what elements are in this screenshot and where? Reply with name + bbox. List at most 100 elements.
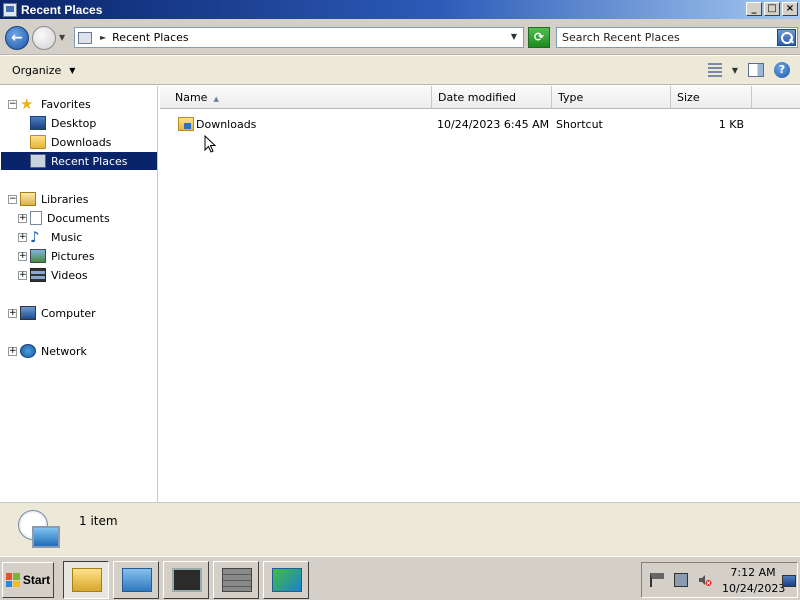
nav-label: Desktop — [51, 116, 97, 130]
views-dropdown-icon[interactable]: ▼ — [732, 66, 738, 75]
location-icon — [78, 31, 92, 44]
recent-places-large-icon — [16, 508, 62, 552]
volume-muted-icon[interactable] — [698, 573, 712, 587]
column-header-date-modified[interactable]: Date modified — [432, 86, 552, 109]
star-icon: ★ — [20, 95, 34, 113]
server-manager-icon — [122, 568, 152, 592]
taskbar: Start 7:12 AM 10/24/2023 — [0, 556, 800, 600]
preview-pane-icon[interactable] — [748, 63, 764, 77]
column-header-name[interactable]: Name ▲ — [160, 86, 432, 109]
expand-icon[interactable]: + — [8, 308, 17, 318]
nav-item-network[interactable]: + Network — [8, 342, 87, 360]
nav-label: Pictures — [51, 249, 95, 263]
organize-label: Organize — [12, 63, 62, 77]
file-row-downloads[interactable]: Downloads 10/24/2023 6:45 AM Shortcut 1 … — [174, 116, 774, 134]
action-center-flag-icon[interactable] — [650, 573, 664, 587]
maximize-button[interactable]: □ — [764, 2, 780, 16]
chevron-down-icon: ▼ — [69, 65, 76, 75]
view-controls: ▼ ? — [707, 62, 790, 78]
item-count: 1 item — [79, 514, 118, 528]
clock-time[interactable]: 7:12 AM — [728, 566, 778, 579]
views-icon[interactable] — [707, 63, 722, 77]
nav-label: Downloads — [51, 135, 112, 149]
pictures-icon — [30, 249, 46, 263]
expand-icon[interactable]: + — [18, 270, 27, 280]
expand-icon[interactable]: + — [18, 213, 27, 223]
libraries-icon — [20, 192, 36, 206]
refresh-button[interactable]: ⟳ — [528, 27, 550, 48]
recent-pages-dropdown-icon[interactable]: ▼ — [59, 33, 65, 42]
network-status-icon[interactable] — [674, 573, 688, 587]
windows-explorer-icon — [72, 568, 102, 592]
search-input[interactable]: Search Recent Places — [556, 27, 798, 48]
window-title: Recent Places — [21, 2, 103, 17]
sort-ascending-icon: ▲ — [213, 95, 219, 103]
nav-label: Computer — [41, 306, 96, 320]
recent-places-icon — [3, 2, 17, 17]
file-list: Name ▲ Date modified Type Size Downloads … — [160, 86, 800, 502]
nav-item-recent-places[interactable]: Recent Places — [1, 152, 157, 170]
taskbar-network-app[interactable] — [263, 561, 309, 599]
title-bar: Recent Places _ □ × — [0, 0, 800, 19]
nav-label: Recent Places — [51, 154, 128, 168]
expand-icon[interactable]: + — [8, 346, 17, 356]
file-date-modified: 10/24/2023 6:45 AM — [437, 118, 550, 131]
column-header-type[interactable]: Type — [552, 86, 671, 109]
taskbar-firewall[interactable] — [213, 561, 259, 599]
taskbar-windows-explorer[interactable] — [63, 561, 109, 599]
downloads-folder-icon — [30, 135, 46, 149]
documents-icon — [30, 211, 42, 225]
command-bar: Organize ▼ ▼ ? — [0, 56, 800, 85]
back-button[interactable]: ← — [5, 26, 29, 50]
system-tray: 7:12 AM 10/24/2023 — [641, 562, 798, 598]
column-header-row: Name ▲ Date modified Type Size — [160, 86, 800, 109]
file-size: 1 KB — [718, 118, 744, 131]
recent-places-icon — [30, 154, 46, 168]
address-dropdown-icon[interactable]: ▼ — [511, 32, 517, 41]
taskbar-server-manager[interactable] — [113, 561, 159, 599]
search-icon[interactable] — [777, 29, 796, 46]
column-header-label: Date modified — [438, 91, 516, 104]
mouse-pointer-icon — [204, 135, 216, 153]
file-type: Shortcut — [556, 118, 603, 131]
taskbar-command-prompt[interactable] — [163, 561, 209, 599]
nav-item-pictures[interactable]: + Pictures — [18, 247, 95, 265]
minimize-button[interactable]: _ — [746, 2, 762, 16]
nav-item-downloads[interactable]: Downloads — [30, 133, 111, 151]
folder-shortcut-icon — [178, 117, 194, 131]
close-button[interactable]: × — [782, 2, 798, 16]
details-pane: 1 item — [0, 502, 800, 556]
nav-item-computer[interactable]: + Computer — [8, 304, 96, 322]
address-bar[interactable]: ► Recent Places ▼ — [74, 27, 524, 48]
nav-label: Music — [51, 230, 83, 244]
windows-logo-icon — [5, 573, 20, 587]
nav-item-favorites[interactable]: − ★ Favorites — [8, 95, 91, 113]
collapse-icon[interactable]: − — [8, 194, 17, 204]
nav-label: Libraries — [41, 192, 89, 206]
collapse-icon[interactable]: − — [8, 99, 17, 109]
expand-icon[interactable]: + — [18, 251, 27, 261]
start-button[interactable]: Start — [2, 562, 54, 598]
nav-item-music[interactable]: + ♪ Music — [18, 228, 82, 246]
file-name[interactable]: Downloads — [196, 116, 256, 134]
forward-button[interactable] — [32, 26, 56, 50]
column-header-size[interactable]: Size — [671, 86, 752, 109]
clock-date[interactable]: 10/24/2023 — [722, 582, 785, 595]
nav-label: Network — [41, 344, 87, 358]
window-controls: _ □ × — [746, 2, 798, 16]
column-header-label: Size — [677, 91, 700, 104]
nav-item-libraries[interactable]: − Libraries — [8, 190, 89, 208]
address-location[interactable]: Recent Places — [112, 31, 189, 44]
expand-icon[interactable]: + — [18, 232, 27, 242]
show-desktop-icon[interactable] — [782, 575, 796, 587]
computer-icon — [20, 306, 36, 320]
nav-item-videos[interactable]: + Videos — [18, 266, 88, 284]
organize-button[interactable]: Organize ▼ — [12, 64, 75, 77]
address-row: ← ▼ ► Recent Places ▼ ⟳ Search Recent Pl… — [0, 19, 800, 55]
column-header-label: Name — [175, 91, 208, 104]
desktop-icon — [30, 116, 46, 130]
help-icon[interactable]: ? — [774, 62, 790, 78]
breadcrumb-chevron-icon[interactable]: ► — [100, 33, 106, 42]
nav-item-desktop[interactable]: Desktop — [30, 114, 96, 132]
nav-item-documents[interactable]: + Documents — [18, 209, 110, 227]
